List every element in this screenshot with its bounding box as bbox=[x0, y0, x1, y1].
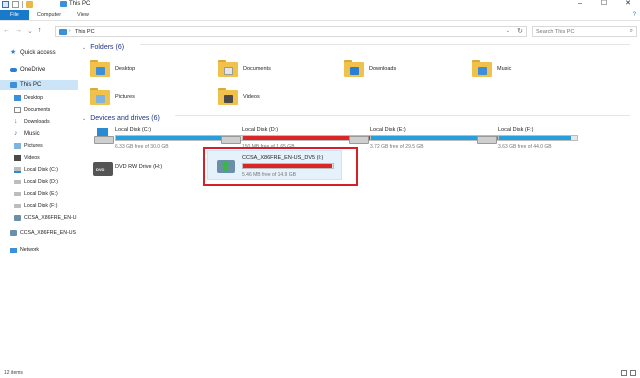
cloud-icon bbox=[10, 68, 17, 72]
devices-group-header[interactable]: ⌄ Devices and drives (6) bbox=[82, 115, 160, 122]
videos-icon bbox=[14, 155, 21, 161]
drive-icon bbox=[348, 128, 370, 146]
address-row: ← → ⌄ ↑ › This PC ⌄ ↻ ⌕ bbox=[0, 24, 640, 38]
drive-icon bbox=[14, 204, 21, 208]
search-icon[interactable]: ⌕ bbox=[630, 28, 633, 35]
chevron-down-icon[interactable]: ⌄ bbox=[506, 28, 510, 34]
sidebar-item-local-disk-f[interactable]: Local Disk (F:) bbox=[0, 201, 78, 211]
status-bar: 12 items bbox=[0, 369, 640, 378]
navigation-pane: ★ Quick access OneDrive This PC Desktop … bbox=[0, 40, 78, 365]
usb-drive-icon bbox=[10, 230, 17, 236]
group-divider bbox=[175, 115, 630, 116]
red-highlight-annotation bbox=[203, 147, 358, 186]
recent-locations-icon[interactable]: ⌄ bbox=[27, 27, 33, 35]
folder-icon bbox=[218, 87, 240, 107]
dvd-drive-icon: DVD bbox=[93, 160, 115, 178]
details-view-icon[interactable] bbox=[621, 370, 627, 376]
group-divider bbox=[140, 44, 630, 45]
drive-icon bbox=[14, 180, 21, 184]
search-box[interactable]: ⌕ bbox=[532, 26, 637, 37]
drive-icon bbox=[476, 128, 498, 146]
sidebar-item-local-disk-e[interactable]: Local Disk (E:) bbox=[0, 189, 78, 199]
music-note-icon: ♪ bbox=[14, 130, 18, 137]
sidebar-item-videos[interactable]: Videos bbox=[0, 153, 78, 163]
windows-drive-icon bbox=[93, 128, 115, 146]
folder-icon bbox=[472, 59, 494, 79]
computer-icon bbox=[10, 82, 17, 88]
sidebar-item-onedrive[interactable]: OneDrive bbox=[0, 65, 78, 75]
help-icon[interactable]: ? bbox=[633, 12, 636, 18]
tab-computer[interactable]: Computer bbox=[29, 10, 69, 20]
sidebar-item-local-disk-d[interactable]: Local Disk (D:) bbox=[0, 177, 78, 187]
refresh-icon[interactable]: ↻ bbox=[517, 27, 523, 35]
usb-drive-icon bbox=[14, 215, 21, 221]
download-arrow-icon: ↓ bbox=[14, 118, 18, 125]
sidebar-item-network[interactable]: Network bbox=[0, 245, 78, 255]
sidebar-item-usb-drive[interactable]: CCSA_X86FRE_EN-U bbox=[0, 213, 78, 223]
new-folder-icon[interactable] bbox=[26, 1, 33, 8]
back-arrow-icon[interactable]: ← bbox=[3, 27, 10, 35]
sidebar-item-downloads[interactable]: ↓ Downloads bbox=[0, 117, 78, 127]
title-bar: This PC – ☐ ✕ bbox=[0, 0, 640, 9]
folder-desktop[interactable]: Desktop bbox=[90, 56, 135, 82]
drive-dvd-rw[interactable]: DVD DVD RW Drive (H:) bbox=[81, 155, 201, 185]
tab-file[interactable]: File bbox=[0, 10, 29, 20]
sidebar-item-quick-access[interactable]: ★ Quick access bbox=[0, 48, 78, 58]
sidebar-item-music[interactable]: ♪ Music bbox=[0, 129, 78, 139]
toolbar-separator bbox=[22, 1, 23, 8]
address-path[interactable]: This PC bbox=[75, 29, 95, 35]
folder-videos[interactable]: Videos bbox=[218, 84, 260, 110]
maximize-button[interactable]: ☐ bbox=[592, 0, 616, 9]
chevron-right-icon[interactable]: › bbox=[69, 28, 71, 34]
chevron-down-icon[interactable]: ⌄ bbox=[82, 45, 86, 51]
navigation-buttons: ← → ⌄ ↑ bbox=[3, 27, 41, 35]
close-button[interactable]: ✕ bbox=[616, 0, 640, 9]
sidebar-item-this-pc[interactable]: This PC bbox=[0, 80, 78, 90]
folder-icon bbox=[90, 59, 112, 79]
view-toggle bbox=[621, 370, 636, 376]
folder-icon bbox=[90, 87, 112, 107]
this-pc-icon bbox=[60, 1, 67, 7]
forward-arrow-icon[interactable]: → bbox=[15, 27, 22, 35]
drive-usage-bar bbox=[498, 135, 578, 141]
minimize-button[interactable]: – bbox=[568, 0, 592, 9]
sidebar-item-local-disk-c[interactable]: Local Disk (C:) bbox=[0, 165, 78, 175]
tiles-view-icon[interactable] bbox=[630, 370, 636, 376]
desktop-icon bbox=[14, 95, 21, 101]
window-title: This PC bbox=[69, 1, 91, 7]
sidebar-item-documents[interactable]: Documents bbox=[0, 105, 78, 115]
folders-group-header[interactable]: ⌄ Folders (6) bbox=[82, 44, 124, 51]
content-pane: ⌄ Folders (6) Desktop Documents Download… bbox=[80, 40, 640, 365]
window-controls: – ☐ ✕ bbox=[568, 0, 640, 9]
documents-icon bbox=[14, 107, 21, 113]
folder-downloads[interactable]: Downloads bbox=[344, 56, 396, 82]
tab-view[interactable]: View bbox=[69, 10, 97, 20]
folder-icon bbox=[344, 59, 366, 79]
folder-pictures[interactable]: Pictures bbox=[90, 84, 135, 110]
sidebar-item-desktop[interactable]: Desktop bbox=[0, 93, 78, 103]
ribbon-tabs: File Computer View bbox=[0, 10, 640, 21]
properties-icon[interactable] bbox=[2, 1, 9, 8]
up-arrow-icon[interactable]: ↑ bbox=[38, 27, 42, 35]
sidebar-item-usb-drive-root[interactable]: CCSA_X86FRE_EN-US bbox=[0, 228, 78, 238]
search-input[interactable] bbox=[533, 27, 623, 36]
folder-documents[interactable]: Documents bbox=[218, 56, 271, 82]
folder-icon bbox=[218, 59, 240, 79]
pictures-icon bbox=[14, 143, 21, 149]
star-icon: ★ bbox=[10, 49, 17, 56]
address-bar[interactable]: › This PC ⌄ ↻ bbox=[55, 26, 527, 37]
network-icon bbox=[10, 247, 17, 253]
drive-icon bbox=[14, 192, 21, 196]
item-count: 12 items bbox=[4, 370, 23, 376]
quick-access-toolbar bbox=[2, 1, 33, 8]
folder-music[interactable]: Music bbox=[472, 56, 511, 82]
this-pc-icon bbox=[59, 29, 67, 35]
drive-local-disk-f[interactable]: Local Disk (F:) 3.63 GB free of 44.0 GB bbox=[464, 124, 640, 154]
drive-icon bbox=[220, 128, 242, 146]
sidebar-item-pictures[interactable]: Pictures bbox=[0, 141, 78, 151]
chevron-down-icon[interactable]: ⌄ bbox=[82, 116, 86, 122]
drive-windows-icon bbox=[14, 167, 21, 173]
new-document-icon[interactable] bbox=[12, 1, 19, 8]
